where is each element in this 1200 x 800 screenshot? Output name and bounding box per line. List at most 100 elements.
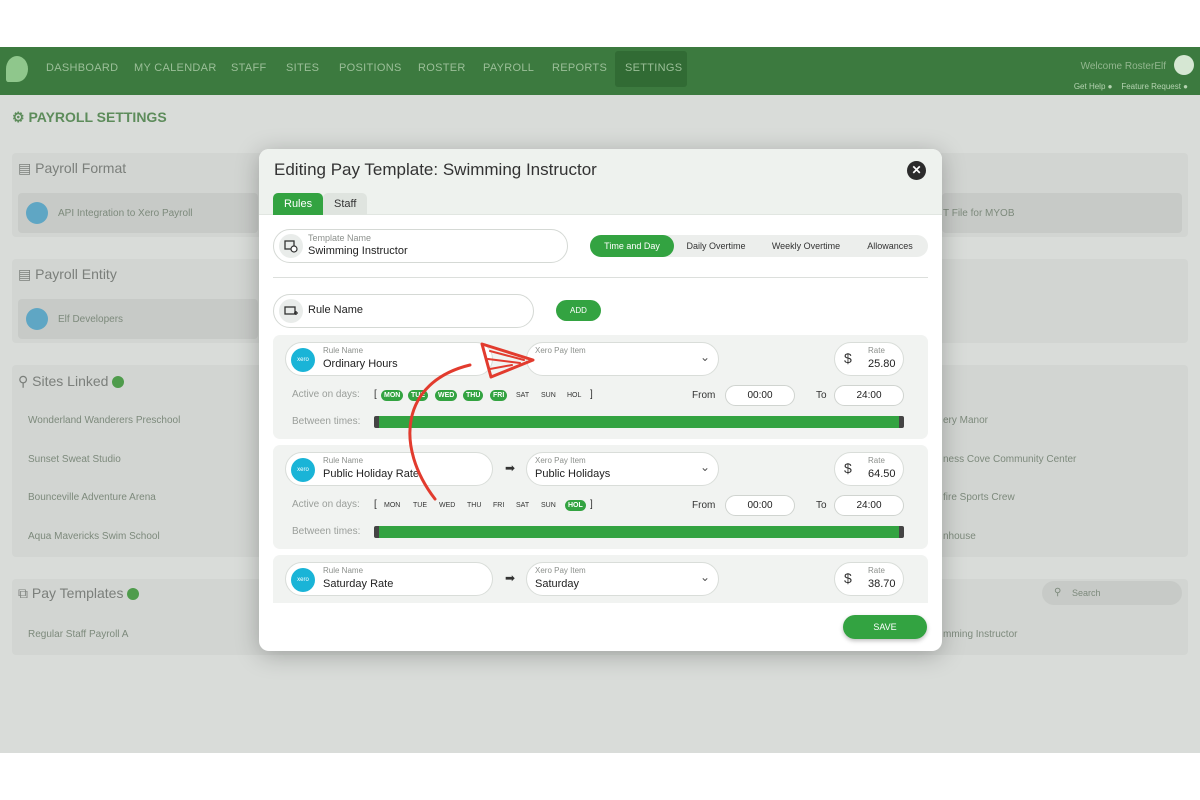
template-search-placeholder: Search bbox=[1072, 588, 1101, 598]
rule-name-label: Rule Name bbox=[323, 346, 364, 355]
site-item[interactable]: ness Cove Community Center bbox=[943, 454, 1076, 465]
rate-field[interactable]: $ Rate 64.50 bbox=[834, 452, 904, 486]
day-toggle-mon[interactable]: MON bbox=[381, 390, 404, 401]
day-toggle-tue[interactable]: TUE bbox=[408, 390, 428, 401]
pay-template-item[interactable]: Regular Staff Payroll A bbox=[28, 629, 128, 640]
user-avatar[interactable] bbox=[1174, 55, 1194, 75]
rate-field[interactable]: $ Rate 38.70 bbox=[834, 562, 904, 596]
add-site-icon[interactable] bbox=[112, 376, 125, 389]
segment-daily-overtime[interactable]: Daily Overtime bbox=[676, 235, 756, 257]
dollar-icon: $ bbox=[844, 460, 852, 476]
days-close-bracket: ] bbox=[590, 499, 593, 510]
rule-name-field[interactable]: xero Rule Name Ordinary Hours bbox=[285, 342, 493, 376]
pay-templates-title-text: Pay Templates bbox=[31, 585, 124, 601]
time-range-slider[interactable] bbox=[374, 416, 904, 428]
day-toggle-hol[interactable]: HOL bbox=[565, 500, 586, 511]
segment-weekly-overtime[interactable]: Weekly Overtime bbox=[760, 235, 852, 257]
time-range-slider[interactable] bbox=[374, 526, 904, 538]
rule-name-value: Ordinary Hours bbox=[323, 358, 398, 370]
sites-linked-title: ⚲ Sites Linked bbox=[18, 373, 125, 390]
site-item[interactable]: Wonderland Wanderers Preschool bbox=[28, 415, 180, 426]
nav-settings[interactable]: SETTINGS bbox=[625, 62, 682, 74]
template-name-label: Template Name bbox=[308, 233, 372, 243]
chevron-down-icon: ⌄ bbox=[699, 460, 710, 474]
day-toggle-thu[interactable]: THU bbox=[467, 500, 481, 511]
to-time-input[interactable]: 24:00 bbox=[834, 385, 904, 406]
day-toggle-sat[interactable]: SAT bbox=[516, 390, 529, 401]
nav-payroll[interactable]: PAYROLL bbox=[483, 62, 534, 74]
payroll-entity-title-text: Payroll Entity bbox=[35, 266, 117, 282]
get-help-link[interactable]: Get Help ● Feature Request ● bbox=[1074, 82, 1188, 91]
nav-my-calendar[interactable]: MY CALENDAR bbox=[134, 62, 217, 74]
app-logo-icon[interactable] bbox=[6, 56, 28, 82]
xero-pay-item-value: Public Holidays bbox=[535, 468, 611, 480]
modal-title: Editing Pay Template: Swimming Instructo… bbox=[274, 160, 597, 179]
rate-field[interactable]: $ Rate 25.80 bbox=[834, 342, 904, 376]
site-item[interactable]: nhouse bbox=[943, 531, 976, 542]
rule-card: xero Rule Name Saturday Rate ➡ Xero Pay … bbox=[273, 555, 928, 603]
nav-reports[interactable]: REPORTS bbox=[552, 62, 607, 74]
day-toggle-sun[interactable]: SUN bbox=[541, 500, 556, 511]
tab-rules[interactable]: Rules bbox=[273, 193, 324, 215]
days-close-bracket: ] bbox=[590, 389, 593, 400]
nav-staff[interactable]: STAFF bbox=[231, 62, 267, 74]
day-toggle-mon[interactable]: MON bbox=[384, 500, 400, 511]
xero-payroll-option-label: API Integration to Xero Payroll bbox=[58, 208, 193, 219]
xero-pay-item-select[interactable]: Xero Pay Item Public Holidays ⌄ bbox=[526, 452, 719, 486]
day-toggle-fri[interactable]: FRI bbox=[493, 500, 504, 511]
day-toggle-hol[interactable]: HOL bbox=[567, 390, 581, 401]
day-toggle-fri[interactable]: FRI bbox=[490, 390, 508, 401]
day-toggle-wed[interactable]: WED bbox=[439, 500, 455, 511]
day-toggle-sat[interactable]: SAT bbox=[516, 500, 529, 511]
tab-staff[interactable]: Staff bbox=[323, 193, 368, 215]
xero-pay-item-select[interactable]: Xero Pay Item ⌄ bbox=[526, 342, 719, 376]
to-time-input[interactable]: 24:00 bbox=[834, 495, 904, 516]
site-item[interactable]: fire Sports Crew bbox=[943, 492, 1015, 503]
to-label: To bbox=[816, 390, 827, 401]
rules-list: xero Rule Name Ordinary Hours Xero Pay I… bbox=[273, 335, 928, 603]
rule-name-input[interactable]: Rule Name bbox=[273, 294, 534, 328]
add-rule-button[interactable]: ADD bbox=[556, 300, 601, 321]
rule-name-label: Rule Name bbox=[323, 566, 364, 575]
from-time-input[interactable]: 00:00 bbox=[725, 385, 795, 406]
segment-allowances[interactable]: Allowances bbox=[854, 235, 926, 257]
rate-value: 25.80 bbox=[868, 358, 896, 370]
nav-positions[interactable]: POSITIONS bbox=[339, 62, 402, 74]
help-links[interactable]: Get Help ● Feature Request ● bbox=[1074, 82, 1188, 91]
nav-roster[interactable]: ROSTER bbox=[418, 62, 466, 74]
from-time-input[interactable]: 00:00 bbox=[725, 495, 795, 516]
xero-pay-item-label: Xero Pay Item bbox=[535, 346, 586, 355]
day-toggle-thu[interactable]: THU bbox=[463, 390, 484, 401]
site-item[interactable]: Bounceville Adventure Arena bbox=[28, 492, 156, 503]
rule-name-field[interactable]: xero Rule Name Public Holiday Rate bbox=[285, 452, 493, 486]
rule-card: xero Rule Name Ordinary Hours Xero Pay I… bbox=[273, 335, 928, 439]
segment-time-and-day[interactable]: Time and Day bbox=[590, 235, 674, 257]
site-item[interactable]: Aqua Mavericks Swim School bbox=[28, 531, 160, 542]
template-search-input[interactable] bbox=[1042, 581, 1182, 605]
close-icon[interactable]: ✕ bbox=[907, 161, 926, 180]
page-title-text: PAYROLL SETTINGS bbox=[28, 109, 167, 125]
day-toggle-sun[interactable]: SUN bbox=[541, 390, 556, 401]
rule-name-field[interactable]: xero Rule Name Saturday Rate bbox=[285, 562, 493, 596]
payroll-entity-option-label: Elf Developers bbox=[58, 314, 124, 325]
rate-label: Rate bbox=[868, 346, 885, 355]
app-screen: DASHBOARD MY CALENDAR STAFF SITES POSITI… bbox=[0, 47, 1200, 753]
xero-pay-item-select[interactable]: Xero Pay Item Saturday ⌄ bbox=[526, 562, 719, 596]
day-toggle-wed[interactable]: WED bbox=[435, 390, 458, 401]
site-item[interactable]: ery Manor bbox=[943, 415, 988, 426]
nav-dashboard[interactable]: DASHBOARD bbox=[46, 62, 118, 74]
gear-icon: ⚙ bbox=[12, 109, 25, 125]
site-item[interactable]: Sunset Sweat Studio bbox=[28, 454, 121, 465]
pay-template-item[interactable]: mming Instructor bbox=[943, 629, 1017, 640]
payroll-entity-title: ▤ Payroll Entity bbox=[18, 266, 117, 283]
save-button[interactable]: SAVE bbox=[843, 615, 927, 639]
nav-sites[interactable]: SITES bbox=[286, 62, 319, 74]
sites-linked-title-text: Sites Linked bbox=[32, 373, 109, 389]
template-name-field[interactable]: Template Name Swimming Instructor bbox=[273, 229, 568, 263]
payroll-format-title: ▤ Payroll Format bbox=[18, 160, 126, 177]
active-on-days-label: Active on days: bbox=[292, 499, 360, 510]
between-times-label: Between times: bbox=[292, 526, 361, 537]
add-template-icon[interactable] bbox=[127, 588, 140, 601]
day-toggle-tue[interactable]: TUE bbox=[413, 500, 427, 511]
payroll-entity-option[interactable] bbox=[18, 299, 258, 339]
